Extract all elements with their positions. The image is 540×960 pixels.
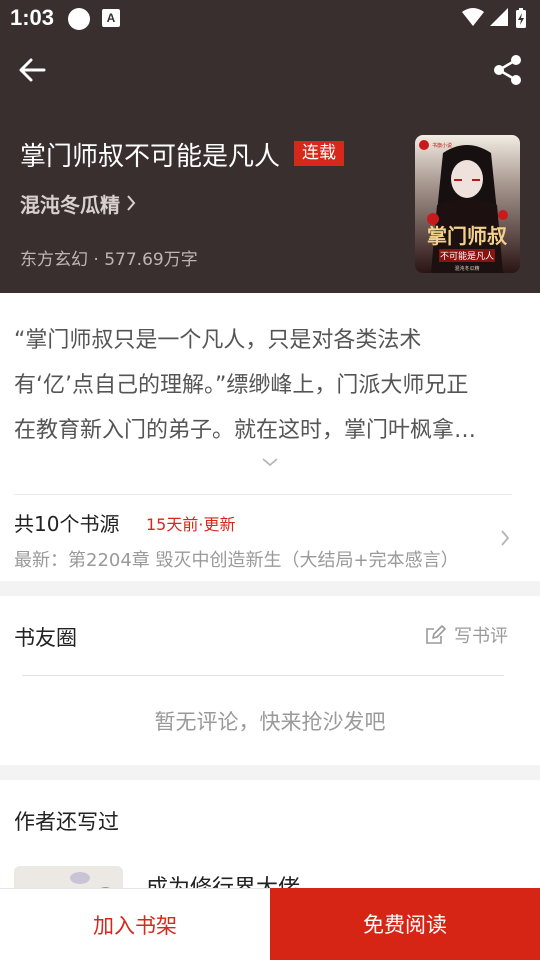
author-link[interactable]: 混沌冬瓜精 bbox=[20, 189, 136, 217]
book-cover: 掌门师叔 不可能是凡人 混沌冬瓜精 书旗小说 bbox=[415, 135, 520, 273]
sources-count: 共10个书源 bbox=[14, 512, 120, 536]
write-review-label: 写书评 bbox=[454, 626, 508, 647]
signal-icon bbox=[490, 8, 508, 26]
chevron-down-icon[interactable] bbox=[260, 455, 280, 469]
status-time: 1:03 bbox=[10, 5, 55, 30]
cover-title-text: 掌门师叔 bbox=[427, 224, 508, 248]
share-button[interactable] bbox=[490, 52, 526, 88]
back-button[interactable] bbox=[14, 52, 50, 88]
author-works-title: 作者还写过 bbox=[14, 810, 119, 834]
latest-chapter: 最新：第2204章 毁灭中创造新生（大结局+完本感言） bbox=[14, 550, 459, 571]
wifi-icon bbox=[462, 8, 484, 26]
synopsis-line: 有‘亿’点自己的理解。”缥缈峰上，门派大师兄正 bbox=[14, 373, 469, 398]
chevron-right-icon bbox=[501, 530, 510, 546]
section-gap bbox=[0, 581, 540, 596]
arrow-left-icon bbox=[19, 58, 46, 82]
synopsis-line: “掌门师叔只是一个凡人，只是对各类法术 bbox=[14, 328, 422, 353]
serial-status-badge: 连载 bbox=[294, 141, 344, 166]
edit-icon bbox=[426, 625, 446, 644]
write-review-button[interactable]: 写书评 bbox=[424, 622, 508, 648]
cover-subtitle-text: 不可能是凡人 bbox=[440, 250, 494, 262]
book-header: 1:03 A 掌门师叔不可能是凡人 连载 混沌冬瓜精 东方玄幻 · 577.69… bbox=[0, 0, 540, 293]
book-meta: 东方玄幻 · 577.69万字 bbox=[20, 250, 198, 270]
synopsis-line: 在教育新入门的弟子。就在这时，掌门叶枫拿… bbox=[14, 418, 477, 443]
status-icons bbox=[462, 8, 526, 28]
cover-author-mark: 混沌冬瓜精 bbox=[454, 265, 479, 272]
author-name: 混沌冬瓜精 bbox=[20, 192, 120, 217]
section-gap bbox=[0, 765, 540, 780]
book-title: 掌门师叔不可能是凡人 bbox=[20, 142, 281, 172]
add-to-shelf-button[interactable]: 加入书架 bbox=[0, 889, 270, 960]
synopsis[interactable]: “掌门师叔只是一个凡人，只是对各类法术 有‘亿’点自己的理解。”缥缈峰上，门派大… bbox=[14, 318, 519, 453]
sources-update-time: 15天前·更新 bbox=[146, 515, 236, 534]
status-bar: 1:03 A bbox=[0, 0, 540, 36]
book-cover-art: 掌门师叔 不可能是凡人 混沌冬瓜精 书旗小说 bbox=[415, 135, 520, 273]
a-notification-icon: A bbox=[102, 9, 120, 27]
battery-charging-icon bbox=[516, 8, 526, 28]
bottom-action-bar: 加入书架 免费阅读 bbox=[0, 888, 540, 960]
empty-reviews-message: 暂无评论，快来抢沙发吧 bbox=[154, 710, 386, 734]
reviews-section-title: 书友圈 bbox=[14, 626, 77, 650]
divider bbox=[22, 675, 504, 676]
chevron-right-icon bbox=[127, 195, 136, 211]
share-icon bbox=[494, 55, 521, 85]
book-sources-row[interactable]: 共10个书源 15天前·更新 最新：第2204章 毁灭中创造新生（大结局+完本感… bbox=[0, 495, 540, 581]
circle-notification-icon bbox=[68, 8, 90, 30]
cover-publisher-mark: 书旗小说 bbox=[432, 142, 452, 149]
free-read-button[interactable]: 免费阅读 bbox=[270, 888, 540, 960]
